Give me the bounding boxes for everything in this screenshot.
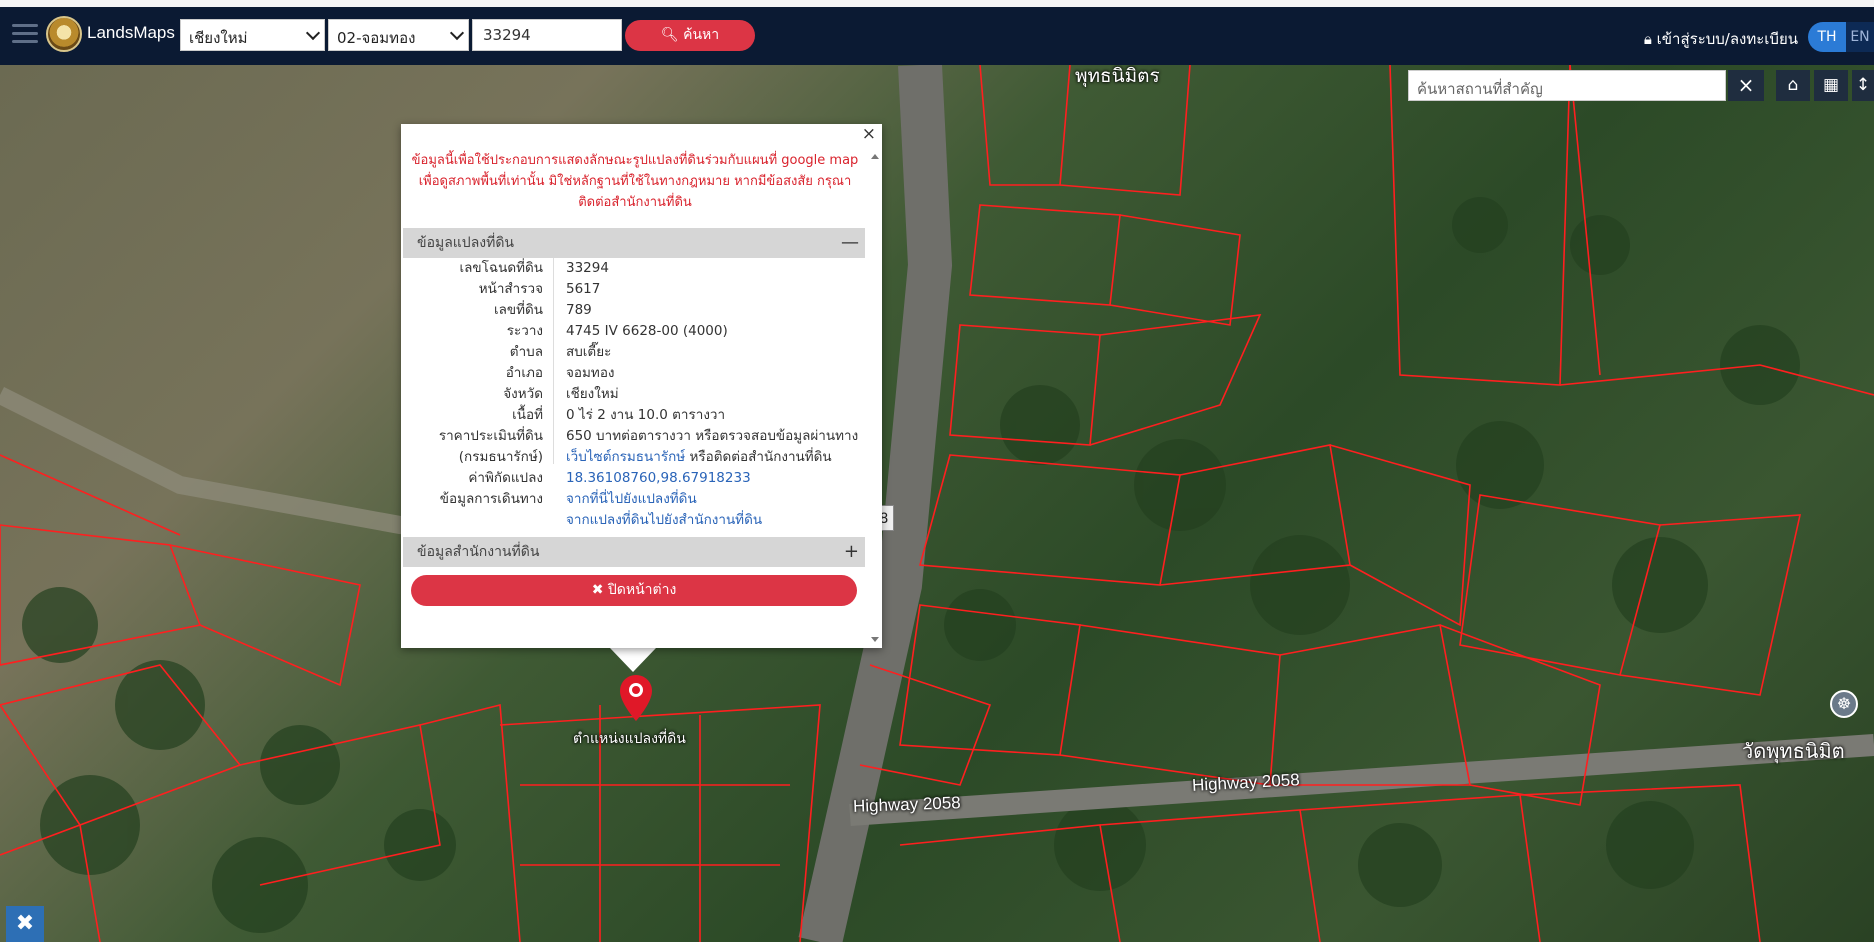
pin-label: ตำแหน่งแปลงที่ดิน — [573, 731, 686, 747]
close-icon: ✖ — [591, 582, 604, 598]
lock-icon: 🔒︎ — [1643, 30, 1652, 48]
more-tools-button[interactable]: ↕ — [1852, 70, 1874, 101]
navbar: LandsMaps เชียงใหม่ 02-จอมทอง 33294 🔍︎ ค… — [0, 7, 1874, 65]
section-office-header[interactable]: ข้อมูลสำนักงานที่ดิน + — [403, 537, 865, 567]
table-row: ข้อมูลการเดินทาง จากที่นี่ไปยังแปลงที่ดิน — [403, 489, 865, 510]
lang-th-button[interactable]: TH — [1808, 22, 1846, 52]
home-icon: ⌂ — [1787, 75, 1799, 95]
row-value: 0 ไร่ 2 งาน 10.0 ตารางวา — [566, 407, 726, 423]
login-label: เข้าสู่ระบบ/ลงทะเบียน — [1656, 30, 1798, 48]
measure-button[interactable]: ✖ — [6, 906, 44, 942]
parcel-info-popup: × ข้อมูลนี้เพื่อใช้ประกอบการแสดงลักษณะรู… — [401, 124, 882, 648]
poi-label: วัดพุทธนิมิต — [1742, 739, 1845, 763]
scroll-up-icon[interactable] — [871, 154, 879, 159]
table-row: จังหวัด เชียงใหม่ — [403, 384, 865, 405]
table-row: ตำบล สบเตี๊ยะ — [403, 342, 865, 363]
table-row: เลขโฉนดที่ดิน 33294 — [403, 258, 865, 279]
close-window-button[interactable]: ✖ ปิดหน้าต่าง — [411, 575, 857, 606]
directions-to-office-link[interactable]: จากแปลงที่ดินไปยังสำนักงานที่ดิน — [566, 510, 762, 531]
row-value-suffix: หรือติดต่อสำนักงานที่ดิน — [685, 449, 832, 465]
table-row: อำเภอ จอมทอง — [403, 363, 865, 384]
province-select[interactable]: เชียงใหม่ — [180, 19, 325, 51]
row-label: อำเภอ — [505, 365, 543, 381]
lang-en-button[interactable]: EN — [1846, 22, 1874, 52]
search-button[interactable]: 🔍︎ ค้นหา — [625, 20, 755, 51]
measure-tools-icon: ✖ — [15, 911, 35, 936]
row-label: หน้าสำรวจ — [478, 281, 543, 297]
row-label: (กรมธนารักษ์) — [458, 449, 543, 465]
province-select-value: เชียงใหม่ — [189, 29, 248, 47]
row-value: 4745 IV 6628-00 (4000) — [566, 323, 728, 339]
row-label: จังหวัด — [503, 386, 543, 402]
table-row: (กรมธนารักษ์) เว็บไซต์กรมธนารักษ์ หรือติด… — [403, 447, 865, 468]
coordinates-link[interactable]: 18.36108760,98.67918233 — [566, 468, 751, 489]
login-link[interactable]: 🔒︎ เข้าสู่ระบบ/ลงทะเบียน — [1644, 27, 1798, 51]
row-value: 5617 — [566, 281, 601, 297]
browser-top-strip — [0, 0, 1874, 7]
row-label: เนื้อที่ — [512, 407, 543, 423]
district-select-value: 02-จอมทอง — [337, 29, 416, 47]
table-row: จากแปลงที่ดินไปยังสำนักงานที่ดิน — [403, 510, 865, 531]
search-icon: 🔍︎ — [660, 27, 679, 43]
table-row: ราคาประเมินที่ดิน 650 บาทต่อตารางวา หรือต… — [403, 426, 865, 447]
expand-icon[interactable]: + — [844, 537, 859, 567]
row-value: สบเตี๊ยะ — [566, 344, 612, 360]
home-button[interactable]: ⌂ — [1776, 70, 1810, 101]
parcel-number-input[interactable]: 33294 — [472, 19, 622, 51]
row-label: ตำบล — [509, 344, 543, 360]
grid-icon: ▦ — [1822, 75, 1840, 95]
place-search-input[interactable]: ค้นหาสถานที่สำคัญ — [1408, 70, 1726, 101]
row-value: จอมทอง — [566, 365, 615, 381]
chevron-down-icon — [449, 25, 465, 41]
search-button-label: ค้นหา — [683, 27, 720, 43]
disclaimer-text: ข้อมูลนี้เพื่อใช้ประกอบการแสดงลักษณะรูปแ… — [401, 150, 869, 213]
chevron-down-icon — [305, 25, 321, 41]
row-label: ข้อมูลการเดินทาง — [439, 491, 543, 507]
menu-icon[interactable] — [12, 24, 38, 46]
satellite-map[interactable]: พุทธนิมิตร Highway 2058 Highway 2058 วัด… — [0, 65, 1874, 942]
row-value: 789 — [566, 302, 592, 318]
close-icon: × — [1737, 73, 1755, 97]
road-label: Highway 2058 — [852, 793, 962, 816]
row-label: ราคาประเมินที่ดิน — [438, 428, 543, 444]
row-label: ค่าพิกัดแปลง — [468, 470, 543, 486]
row-value: 650 บาทต่อตารางวา หรือตรวจสอบข้อมูลผ่านท… — [566, 428, 859, 444]
area-label: พุทธนิมิตร — [1075, 65, 1160, 87]
disclaimer-line: ข้อมูลนี้เพื่อใช้ประกอบการแสดงลักษณะรูปแ… — [411, 153, 859, 168]
section-title: ข้อมูลสำนักงานที่ดิน — [417, 544, 540, 560]
temple-icon[interactable]: ☸ — [1830, 690, 1858, 718]
parcel-location-pin-icon[interactable] — [620, 675, 652, 721]
grid-button[interactable]: ▦ — [1814, 70, 1848, 101]
collapse-icon[interactable]: — — [841, 228, 859, 258]
row-value: เว็บไซต์กรมธนารักษ์ หรือติดต่อสำนักงานที… — [566, 447, 832, 468]
table-row: ค่าพิกัดแปลง 18.36108760,98.67918233 — [403, 468, 865, 489]
popup-pointer — [610, 648, 656, 672]
disclaimer-line: เพื่อดูสภาพพื้นที่เท่านั้น มิใช่หลักฐานท… — [418, 174, 852, 189]
treasury-website-link[interactable]: เว็บไซต์กรมธนารักษ์ — [566, 449, 685, 465]
table-row: ระวาง 4745 IV 6628-00 (4000) — [403, 321, 865, 342]
row-label: เลขโฉนดที่ดิน — [459, 260, 543, 276]
row-label: ระวาง — [506, 323, 543, 339]
language-toggle: TH EN — [1808, 22, 1874, 52]
table-row: หน้าสำรวจ 5617 — [403, 279, 865, 300]
disclaimer-line: ติดต่อสำนักงานที่ดิน — [578, 195, 692, 210]
directions-to-parcel-link[interactable]: จากที่นี่ไปยังแปลงที่ดิน — [566, 489, 697, 510]
clear-search-button[interactable]: × — [1728, 70, 1764, 101]
close-window-label: ปิดหน้าต่าง — [607, 582, 677, 598]
arrows-icon: ↕ — [1855, 75, 1871, 95]
section-title: ข้อมูลแปลงที่ดิน — [417, 235, 515, 251]
section-parcel-header[interactable]: ข้อมูลแปลงที่ดิน — — [403, 228, 865, 258]
row-value: 33294 — [566, 260, 609, 276]
row-value: เชียงใหม่ — [566, 386, 619, 402]
scroll-down-icon[interactable] — [871, 637, 879, 642]
row-label: เลขที่ดิน — [493, 302, 543, 318]
table-row: เลขที่ดิน 789 — [403, 300, 865, 321]
popup-scrollbar[interactable] — [868, 148, 882, 648]
district-select[interactable]: 02-จอมทอง — [328, 19, 469, 51]
popup-close-button[interactable]: × — [862, 124, 876, 144]
brand-name: LandsMaps — [87, 23, 175, 42]
table-row: เนื้อที่ 0 ไร่ 2 งาน 10.0 ตารางวา — [403, 405, 865, 426]
landsmaps-logo — [46, 16, 82, 52]
